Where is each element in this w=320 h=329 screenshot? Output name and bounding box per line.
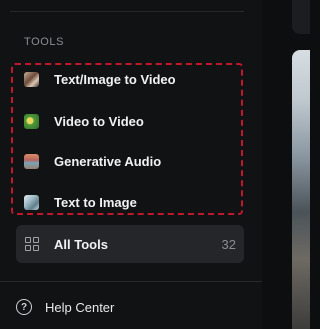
all-tools-label: All Tools (54, 236, 108, 252)
tool-text-to-image[interactable]: Text to Image (24, 190, 234, 214)
tool-label: Text/Image to Video (54, 71, 176, 87)
tool-label: Text to Image (54, 194, 137, 210)
help-center-label: Help Center (45, 299, 115, 315)
content-card-image[interactable] (292, 50, 310, 329)
tools-section-label: TOOLS (24, 36, 65, 48)
tool-video-to-video[interactable]: Video to Video (24, 109, 234, 133)
tool-text-image-to-video[interactable]: Text/Image to Video (24, 67, 234, 91)
generative-audio-thumbnail-icon (24, 153, 39, 169)
help-circle-icon: ? (16, 299, 32, 315)
top-divider (10, 11, 244, 12)
content-card-top[interactable] (292, 0, 310, 34)
tool-label: Generative Audio (54, 153, 162, 169)
tool-generative-audio[interactable]: Generative Audio (24, 149, 234, 173)
video-to-video-thumbnail-icon (24, 113, 39, 129)
tool-label: Video to Video (54, 113, 144, 129)
text-image-to-video-thumbnail-icon (24, 71, 39, 87)
help-center-link[interactable]: ? Help Center (16, 296, 114, 318)
text-to-image-thumbnail-icon (24, 194, 39, 210)
all-tools-button[interactable]: All Tools 32 (16, 225, 244, 263)
grid-icon (25, 237, 39, 251)
bottom-divider (0, 281, 262, 282)
tools-count-badge: 32 (221, 236, 236, 252)
sidebar: TOOLS Text/Image to Video Video to Video… (0, 0, 262, 329)
